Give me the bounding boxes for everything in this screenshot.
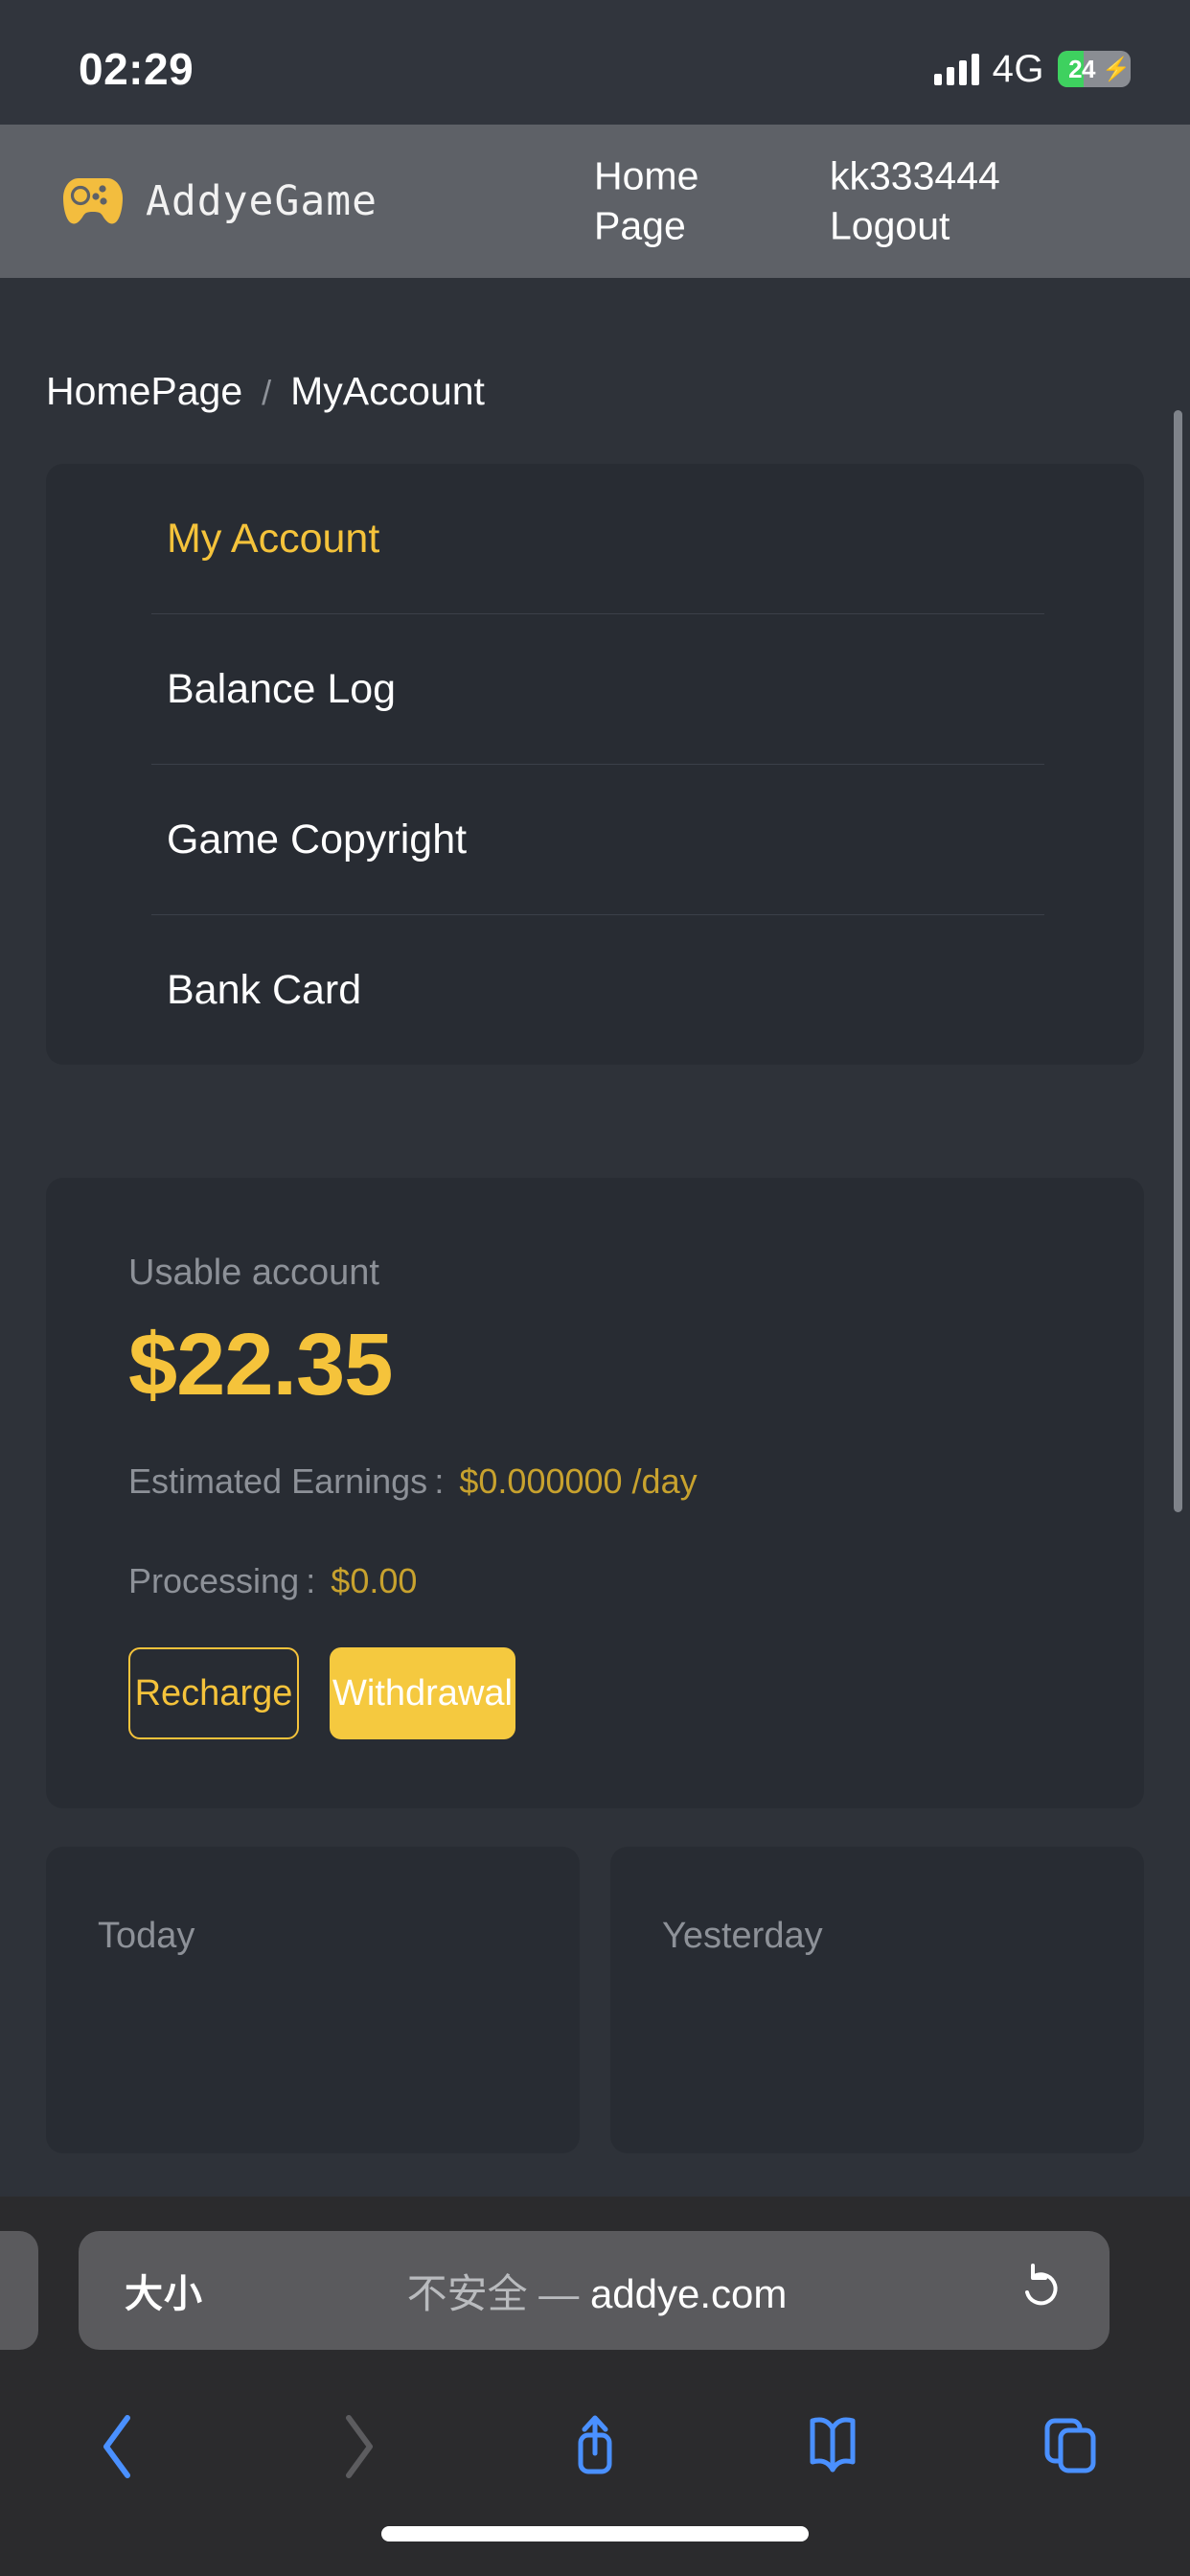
balance-card: Usable account $22.35 Estimated Earnings… xyxy=(46,1178,1144,1808)
today-card: Today xyxy=(46,1847,580,2153)
back-button[interactable] xyxy=(0,2412,238,2481)
gamepad-icon xyxy=(63,178,123,224)
reload-icon[interactable] xyxy=(1019,2263,1064,2318)
battery-icon: 24 ⚡ xyxy=(1058,51,1131,87)
menu-item-balance-log[interactable]: Balance Log xyxy=(46,614,1144,764)
status-indicators: 4G 24 ⚡ xyxy=(933,34,1131,91)
status-time: 02:29 xyxy=(79,44,195,94)
network-type-label: 4G xyxy=(992,47,1044,90)
tabs-button[interactable] xyxy=(952,2411,1190,2482)
menu-item-my-account[interactable]: My Account xyxy=(46,464,1144,613)
yesterday-card: Yesterday xyxy=(610,1847,1144,2153)
brand-logo[interactable]: AddyeGame xyxy=(61,176,378,226)
forward-button xyxy=(238,2412,475,2481)
breadcrumb-separator: / xyxy=(262,373,272,412)
usable-account-amount: $22.35 xyxy=(128,1316,393,1414)
brand-name: AddyeGame xyxy=(146,177,378,225)
estimated-earnings-label: Estimated Earnings : xyxy=(128,1461,445,1501)
signal-bars-icon xyxy=(933,53,979,85)
safari-toolbar xyxy=(0,2384,1190,2509)
account-menu-card: My Account Balance Log Game Copyright Ba… xyxy=(46,464,1144,1065)
chevron-left-icon xyxy=(103,2415,131,2478)
breadcrumb-home[interactable]: HomePage xyxy=(46,369,242,414)
url-domain: addye.com xyxy=(589,2270,788,2316)
menu-item-label: Balance Log xyxy=(167,665,397,712)
nav-username[interactable]: kk333444 xyxy=(830,151,1079,201)
menu-item-label: Game Copyright xyxy=(167,816,468,862)
page-scrollbar[interactable] xyxy=(1174,410,1182,1512)
balance-actions: Recharge Withdrawal xyxy=(46,1647,1144,1739)
safari-chrome: 大小 不安全 — addye.com xyxy=(0,2196,1190,2576)
breadcrumb: HomePage / MyAccount xyxy=(0,278,1190,414)
insecure-warning-label: 不安全 xyxy=(406,2270,528,2316)
menu-item-label: Bank Card xyxy=(167,966,362,1013)
processing-row: Processing : $0.00 xyxy=(46,1561,1144,1601)
book-icon xyxy=(810,2417,856,2472)
bookmarks-button[interactable] xyxy=(714,2411,951,2482)
menu-item-game-copyright[interactable]: Game Copyright xyxy=(46,765,1144,914)
share-button[interactable] xyxy=(476,2411,714,2482)
home-indicator xyxy=(381,2526,809,2542)
menu-item-label: My Account xyxy=(167,515,380,562)
site-header: AddyeGame Home Page kk333444 Logout xyxy=(0,125,1190,278)
estimated-earnings-value: $0.000000 /day xyxy=(459,1461,698,1501)
stats-row: Today Yesterday xyxy=(46,1847,1144,2153)
yesterday-label: Yesterday xyxy=(662,1916,823,1956)
recharge-button[interactable]: Recharge xyxy=(128,1647,299,1739)
share-icon xyxy=(578,2415,612,2474)
url-dash: — xyxy=(538,2270,580,2316)
ios-status-bar: 02:29 4G 24 ⚡ xyxy=(0,0,1190,125)
tabs-icon xyxy=(1044,2418,1096,2473)
page-content: HomePage / MyAccount My Account Balance … xyxy=(0,278,1190,2196)
usable-account-label: Usable account xyxy=(128,1253,379,1293)
processing-value: $0.00 xyxy=(331,1561,418,1600)
nav-home-page[interactable]: Home Page xyxy=(594,151,776,252)
breadcrumb-current: MyAccount xyxy=(290,369,485,413)
bolt-icon: ⚡ xyxy=(1102,56,1131,82)
nav-user-menu[interactable]: kk333444 Logout xyxy=(830,151,1079,252)
chevron-right-icon xyxy=(345,2415,373,2478)
adjacent-tab-peek[interactable] xyxy=(0,2231,38,2350)
address-bar-url[interactable]: 不安全 — addye.com xyxy=(174,2262,1019,2320)
processing-label: Processing : xyxy=(128,1561,316,1600)
phone-screen: 02:29 4G 24 ⚡ AddyeGame Home Page kk3334… xyxy=(0,0,1190,2576)
nav-logout[interactable]: Logout xyxy=(830,201,1079,251)
estimated-earnings-row: Estimated Earnings : $0.000000 /day xyxy=(46,1461,1144,1502)
menu-item-bank-card[interactable]: Bank Card xyxy=(46,915,1144,1065)
safari-address-bar[interactable]: 大小 不安全 — addye.com xyxy=(79,2231,1110,2350)
today-label: Today xyxy=(98,1916,195,1956)
withdrawal-button[interactable]: Withdrawal xyxy=(330,1647,515,1739)
